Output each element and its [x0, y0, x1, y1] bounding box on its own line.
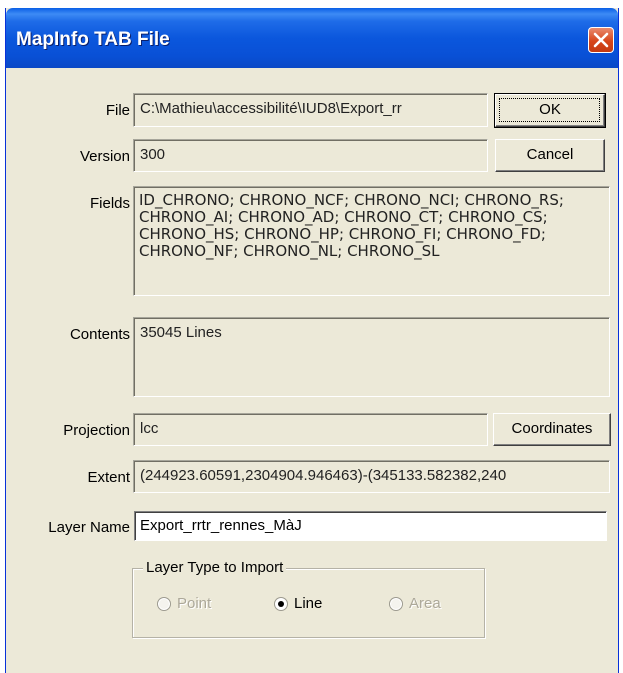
radio-line-circle	[275, 597, 287, 610]
coordinates-button[interactable]: Coordinates	[493, 413, 611, 446]
layer-type-group-label: Layer Type to Import	[143, 559, 287, 576]
layer-name-input[interactable]: Export_rrtr_rennes_MàJ	[134, 511, 607, 541]
close-icon	[593, 32, 609, 48]
fields-value: ID_CHRONO; CHRONO_NCF; CHRONO_NCI; CHRON…	[133, 186, 610, 296]
mapinfo-tab-file-dialog: MapInfo TAB File File C:\Mathieu\accessi…	[5, 8, 619, 673]
radio-point-label: Point	[177, 595, 212, 612]
extent-value: (244923.60591,2304904.946463)-(345133.58…	[133, 460, 610, 493]
radio-line-label: Line	[294, 595, 323, 612]
projection-label: Projection	[63, 422, 130, 439]
file-value: C:\Mathieu\accessibilité\IUD8\Export_rr	[133, 93, 488, 127]
layer-name-label: Layer Name	[48, 519, 130, 536]
radio-area[interactable]: Area	[390, 595, 441, 612]
focus-rect	[499, 98, 600, 122]
projection-value: lcc	[133, 413, 488, 446]
cancel-button[interactable]: Cancel	[495, 139, 605, 172]
contents-value: 35045 Lines	[133, 317, 610, 397]
ok-button[interactable]: OK	[494, 93, 606, 128]
radio-line[interactable]: Line	[275, 595, 322, 612]
window-title: MapInfo TAB File	[16, 29, 170, 50]
close-button[interactable]	[588, 27, 614, 53]
extent-label: Extent	[87, 469, 130, 486]
radio-point[interactable]: Point	[158, 595, 211, 612]
version-label: Version	[79, 148, 130, 165]
radio-selected-dot	[278, 600, 284, 607]
radio-point-circle	[158, 597, 170, 610]
version-value: 300	[133, 139, 488, 172]
contents-label: Contents	[69, 326, 130, 343]
radio-area-circle	[390, 597, 402, 610]
file-label: File	[105, 102, 130, 119]
fields-label: Fields	[89, 195, 130, 212]
title-bar: MapInfo TAB File	[6, 8, 618, 68]
radio-area-label: Area	[409, 595, 441, 612]
